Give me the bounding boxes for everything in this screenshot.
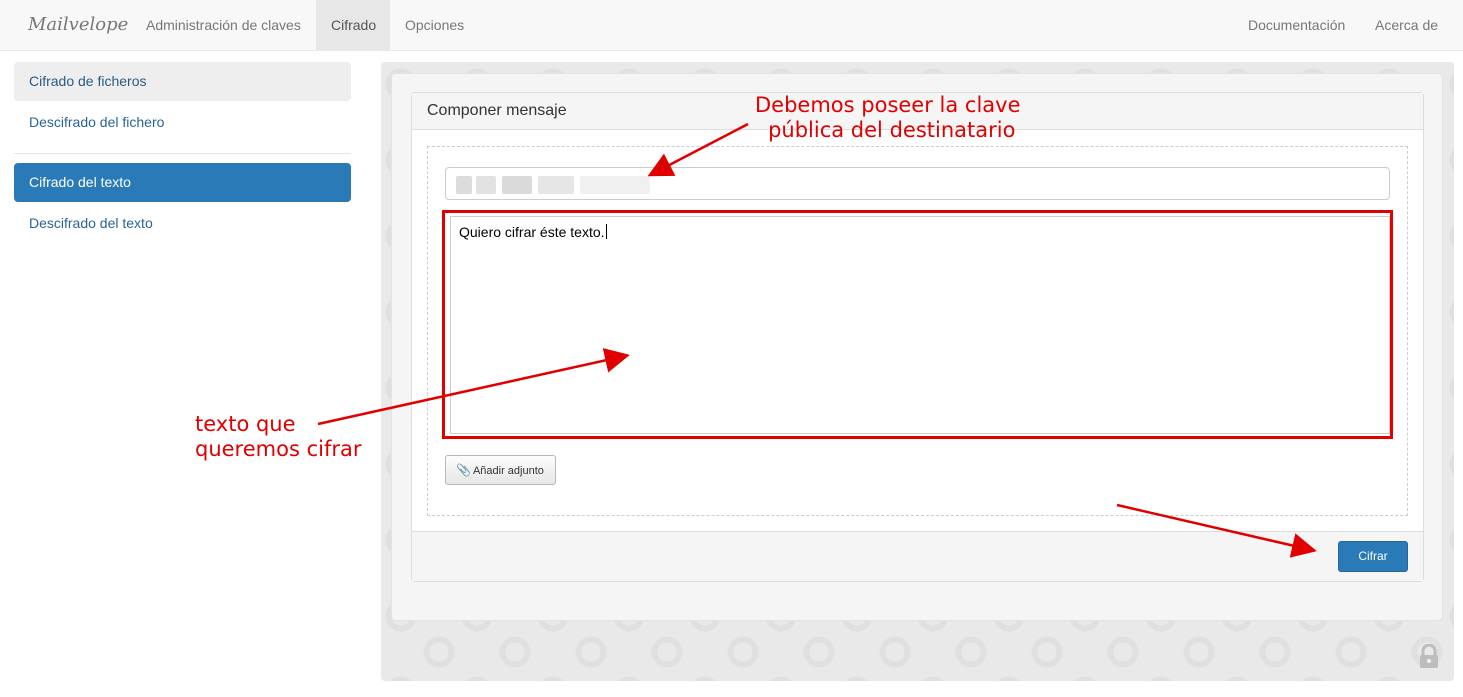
annotation-arrows — [317, 122, 1317, 558]
arrow-to-textarea — [317, 348, 630, 426]
arrow-to-recipient — [647, 122, 749, 177]
arrow-to-encrypt — [1116, 503, 1317, 558]
